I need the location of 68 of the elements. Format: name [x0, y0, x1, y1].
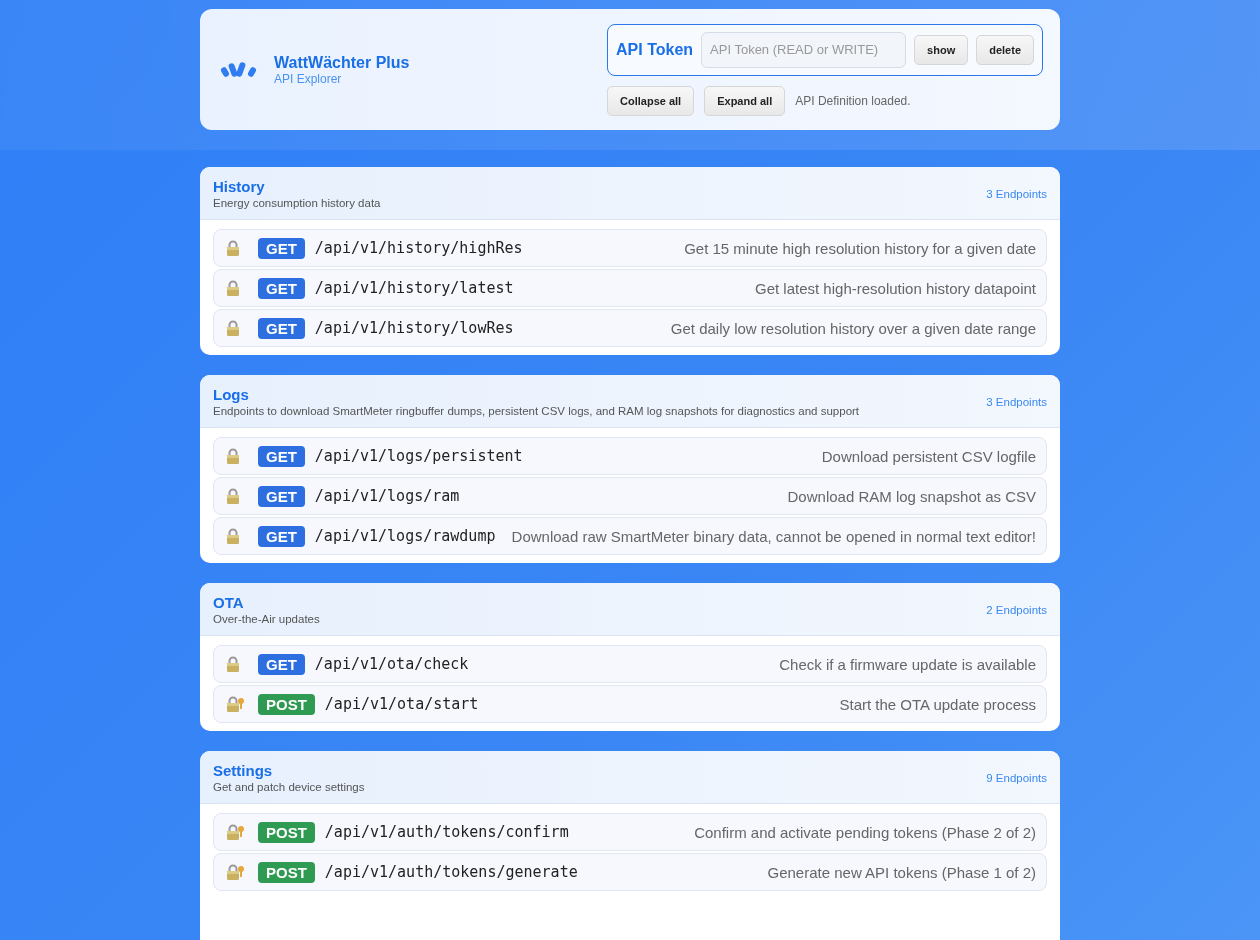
endpoint-path: /api/v1/auth/tokens/confirm: [324, 823, 569, 841]
endpoint-summary: Get 15 minute high resolution history for a given date: [684, 239, 1036, 257]
method-badge: POST: [258, 821, 315, 843]
method-badge: GET: [258, 485, 305, 507]
endpoint-summary: Get daily low resolution history over a given date range: [670, 319, 1036, 337]
endpoint-path: /api/v1/history/highRes: [314, 239, 523, 257]
endpoint-path: /api/v1/logs/ram: [314, 487, 460, 505]
section-description: Energy consumption history data: [213, 197, 381, 209]
token-field[interactable]: API Token (READ or WRITE): [701, 31, 907, 68]
endpoint-row[interactable]: GET /api/v1/logs/persistent Download persistent CSV logfile: [213, 437, 1047, 475]
method-badge: GET: [258, 237, 305, 259]
endpoint-row[interactable]: GET /api/v1/history/lowRes Get daily low resolution history over a given date range: [213, 309, 1047, 347]
lock-key-icon: [226, 823, 245, 841]
endpoint-summary: Generate new API tokens (Phase 1 of 2): [767, 863, 1036, 881]
endpoint-summary: Download raw SmartMeter binary data, cannot be opened in normal text editor!: [511, 527, 1036, 545]
endpoint-row[interactable]: POST /api/v1/auth/tokens/generate Generate new API tokens (Phase 1 of 2): [213, 853, 1047, 891]
app-subtitle: API Explorer: [274, 71, 343, 86]
toggle-button[interactable]: Collapse all: [607, 85, 695, 116]
endpoint-row[interactable]: POST /api/v1/auth/tokens/confirm Confirm and activate pending tokens (Phase 2 of 2): [213, 813, 1047, 851]
section-description: Get and patch device settings: [213, 781, 365, 793]
endpoint-path: /api/v1/history/lowRes: [314, 319, 514, 337]
endpoint-summary: Start the OTA update process: [839, 695, 1036, 713]
endpoint-count: 9 Endpoints: [986, 771, 1047, 784]
endpoint-row[interactable]: GET /api/v1/logs/rawdump Download raw SmartMeter binary data, cannot be opened in normal text editor!: [213, 517, 1047, 555]
endpoint-path: /api/v1/ota/check: [314, 655, 469, 673]
endpoint-path: /api/v1/logs/rawdump: [314, 527, 496, 545]
endpoint-summary: Get latest high-resolution history datapoint: [755, 279, 1036, 297]
endpoint-count: 2 Endpoints: [986, 603, 1047, 616]
method-badge: GET: [258, 653, 305, 675]
method-badge: POST: [258, 861, 315, 883]
endpoint-summary: Confirm and activate pending tokens (Phase 2 of 2): [694, 823, 1036, 841]
method-badge: GET: [258, 445, 305, 467]
section-title: Logs: [213, 386, 250, 403]
endpoint-count: 3 Endpoints: [986, 187, 1047, 200]
method-badge: POST: [258, 693, 315, 715]
app-title: WattWächter Plus: [274, 53, 410, 72]
endpoint-row[interactable]: GET /api/v1/history/highRes Get 15 minute high resolution history for a given date: [213, 229, 1047, 267]
endpoint-summary: Check if a firmware update is available: [779, 655, 1036, 673]
endpoint-row[interactable]: GET /api/v1/ota/check Check if a firmware update is available: [213, 645, 1047, 683]
section-header[interactable]: OTA Over-the-Air updates 2 Endpoints: [200, 583, 1060, 636]
endpoint-path: /api/v1/auth/tokens/generate: [324, 863, 578, 881]
lock-key-icon: [226, 863, 245, 881]
endpoint-path: /api/v1/ota/start: [324, 695, 479, 713]
section-header[interactable]: History Energy consumption history data 3 Endpoints: [200, 167, 1060, 220]
method-badge: GET: [258, 317, 305, 339]
section-description: Endpoints to download SmartMeter ringbuffer dumps, persistent CSV logs, and RAM log snapshots for diagnostics and support: [213, 405, 860, 417]
endpoint-row[interactable]: GET /api/v1/logs/ram Download RAM log snapshot as CSV: [213, 477, 1047, 515]
method-badge: GET: [258, 277, 305, 299]
endpoint-count: 3 Endpoints: [986, 395, 1047, 408]
section-header[interactable]: Settings Get and patch device settings 9 Endpoints: [200, 751, 1060, 804]
section-title: Settings: [213, 762, 274, 779]
token-button[interactable]: show: [914, 34, 969, 65]
endpoint-row[interactable]: POST /api/v1/ota/start Start the OTA update process: [213, 685, 1047, 723]
token-label: API Token: [616, 40, 694, 59]
endpoint-path: /api/v1/logs/persistent: [314, 447, 523, 465]
section-title: OTA: [213, 594, 245, 611]
toggle-button[interactable]: Expand all: [704, 85, 786, 116]
status-text: API Definition loaded.: [795, 93, 911, 108]
token-button[interactable]: delete: [976, 34, 1034, 65]
endpoint-summary: Download RAM log snapshot as CSV: [787, 487, 1036, 505]
endpoint-row[interactable]: GET /api/v1/history/latest Get latest high-resolution history datapoint: [213, 269, 1047, 307]
section-header[interactable]: Logs Endpoints to download SmartMeter ringbuffer dumps, persistent CSV logs, and RAM log snapshots for diagnostics and support 3 Endpoints: [200, 375, 1060, 428]
section-description: Over-the-Air updates: [213, 613, 320, 625]
endpoint-path: /api/v1/history/latest: [314, 279, 514, 297]
lock-key-icon: [226, 695, 245, 713]
endpoint-summary: Download persistent CSV logfile: [821, 447, 1036, 465]
method-badge: GET: [258, 525, 305, 547]
section-title: History: [213, 178, 266, 195]
